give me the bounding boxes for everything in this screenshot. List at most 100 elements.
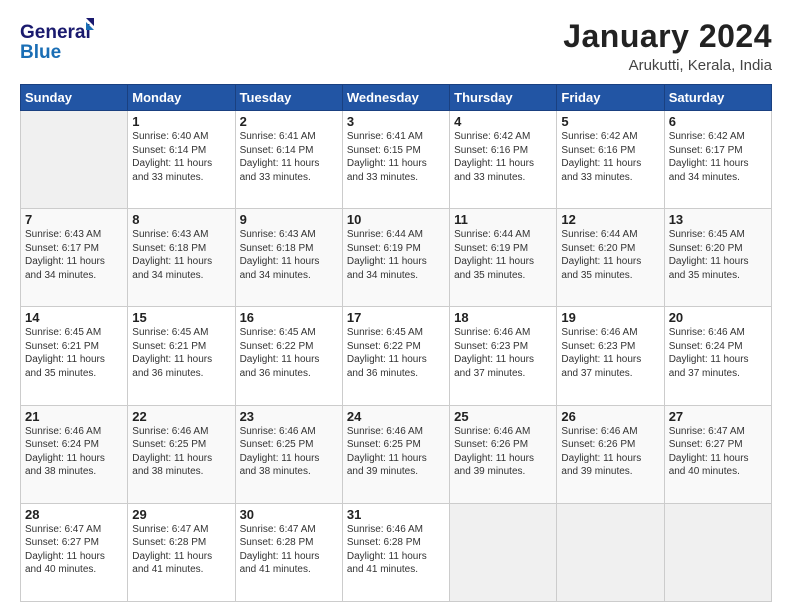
day-info: Sunrise: 6:45 AM Sunset: 6:22 PM Dayligh… xyxy=(347,326,445,380)
day-info: Sunrise: 6:46 AM Sunset: 6:28 PM Dayligh… xyxy=(347,523,445,577)
calendar-cell: 15Sunrise: 6:45 AM Sunset: 6:21 PM Dayli… xyxy=(128,307,235,405)
calendar-cell xyxy=(664,503,771,601)
day-number: 23 xyxy=(240,409,338,424)
day-number: 30 xyxy=(240,507,338,522)
day-number: 14 xyxy=(25,310,123,325)
day-number: 31 xyxy=(347,507,445,522)
calendar-cell xyxy=(21,111,128,209)
calendar-cell: 12Sunrise: 6:44 AM Sunset: 6:20 PM Dayli… xyxy=(557,209,664,307)
calendar-cell: 18Sunrise: 6:46 AM Sunset: 6:23 PM Dayli… xyxy=(450,307,557,405)
day-number: 17 xyxy=(347,310,445,325)
day-number: 27 xyxy=(669,409,767,424)
day-number: 3 xyxy=(347,114,445,129)
header: GeneralBlue January 2024 Arukutti, Keral… xyxy=(20,18,772,74)
day-number: 19 xyxy=(561,310,659,325)
col-header-thursday: Thursday xyxy=(450,85,557,111)
day-number: 16 xyxy=(240,310,338,325)
day-info: Sunrise: 6:46 AM Sunset: 6:24 PM Dayligh… xyxy=(669,326,767,380)
svg-text:Blue: Blue xyxy=(20,42,61,62)
calendar-cell: 19Sunrise: 6:46 AM Sunset: 6:23 PM Dayli… xyxy=(557,307,664,405)
day-info: Sunrise: 6:45 AM Sunset: 6:20 PM Dayligh… xyxy=(669,228,767,282)
day-number: 12 xyxy=(561,212,659,227)
calendar: SundayMondayTuesdayWednesdayThursdayFrid… xyxy=(20,84,772,602)
calendar-cell: 24Sunrise: 6:46 AM Sunset: 6:25 PM Dayli… xyxy=(342,405,449,503)
day-info: Sunrise: 6:47 AM Sunset: 6:27 PM Dayligh… xyxy=(669,425,767,479)
main-title: January 2024 xyxy=(563,18,772,55)
day-info: Sunrise: 6:42 AM Sunset: 6:16 PM Dayligh… xyxy=(561,130,659,184)
day-info: Sunrise: 6:47 AM Sunset: 6:28 PM Dayligh… xyxy=(240,523,338,577)
day-number: 4 xyxy=(454,114,552,129)
day-number: 26 xyxy=(561,409,659,424)
day-info: Sunrise: 6:45 AM Sunset: 6:21 PM Dayligh… xyxy=(132,326,230,380)
calendar-cell: 16Sunrise: 6:45 AM Sunset: 6:22 PM Dayli… xyxy=(235,307,342,405)
day-info: Sunrise: 6:47 AM Sunset: 6:27 PM Dayligh… xyxy=(25,523,123,577)
day-info: Sunrise: 6:42 AM Sunset: 6:17 PM Dayligh… xyxy=(669,130,767,184)
day-info: Sunrise: 6:47 AM Sunset: 6:28 PM Dayligh… xyxy=(132,523,230,577)
calendar-cell: 29Sunrise: 6:47 AM Sunset: 6:28 PM Dayli… xyxy=(128,503,235,601)
calendar-cell: 17Sunrise: 6:45 AM Sunset: 6:22 PM Dayli… xyxy=(342,307,449,405)
day-info: Sunrise: 6:42 AM Sunset: 6:16 PM Dayligh… xyxy=(454,130,552,184)
calendar-cell xyxy=(450,503,557,601)
day-number: 10 xyxy=(347,212,445,227)
day-number: 9 xyxy=(240,212,338,227)
day-info: Sunrise: 6:43 AM Sunset: 6:18 PM Dayligh… xyxy=(240,228,338,282)
day-number: 11 xyxy=(454,212,552,227)
calendar-cell: 10Sunrise: 6:44 AM Sunset: 6:19 PM Dayli… xyxy=(342,209,449,307)
week-row-1: 7Sunrise: 6:43 AM Sunset: 6:17 PM Daylig… xyxy=(21,209,772,307)
day-number: 13 xyxy=(669,212,767,227)
week-row-4: 28Sunrise: 6:47 AM Sunset: 6:27 PM Dayli… xyxy=(21,503,772,601)
title-block: January 2024 Arukutti, Kerala, India xyxy=(563,18,772,74)
col-header-saturday: Saturday xyxy=(664,85,771,111)
col-header-sunday: Sunday xyxy=(21,85,128,111)
day-info: Sunrise: 6:44 AM Sunset: 6:19 PM Dayligh… xyxy=(347,228,445,282)
day-number: 6 xyxy=(669,114,767,129)
calendar-cell: 14Sunrise: 6:45 AM Sunset: 6:21 PM Dayli… xyxy=(21,307,128,405)
day-number: 25 xyxy=(454,409,552,424)
calendar-cell: 11Sunrise: 6:44 AM Sunset: 6:19 PM Dayli… xyxy=(450,209,557,307)
svg-text:General: General xyxy=(20,22,91,43)
calendar-cell: 30Sunrise: 6:47 AM Sunset: 6:28 PM Dayli… xyxy=(235,503,342,601)
week-row-3: 21Sunrise: 6:46 AM Sunset: 6:24 PM Dayli… xyxy=(21,405,772,503)
calendar-cell: 23Sunrise: 6:46 AM Sunset: 6:25 PM Dayli… xyxy=(235,405,342,503)
calendar-cell: 1Sunrise: 6:40 AM Sunset: 6:14 PM Daylig… xyxy=(128,111,235,209)
day-number: 1 xyxy=(132,114,230,129)
week-row-2: 14 Sunrise: 6:45 AM Sunset: 6:21 PM Dayli… xyxy=(21,307,772,405)
calendar-cell: 13Sunrise: 6:45 AM Sunset: 6:20 PM Dayli… xyxy=(664,209,771,307)
col-header-friday: Friday xyxy=(557,85,664,111)
day-number: 2 xyxy=(240,114,338,129)
day-info: Sunrise: 6:46 AM Sunset: 6:23 PM Dayligh… xyxy=(454,326,552,380)
calendar-cell: 5Sunrise: 6:42 AM Sunset: 6:16 PM Daylig… xyxy=(557,111,664,209)
day-info: Sunrise: 6:44 AM Sunset: 6:20 PM Dayligh… xyxy=(561,228,659,282)
calendar-cell: 20Sunrise: 6:46 AM Sunset: 6:24 PM Dayli… xyxy=(664,307,771,405)
calendar-cell: 7Sunrise: 6:43 AM Sunset: 6:17 PM Daylig… xyxy=(21,209,128,307)
day-info: Sunrise: 6:43 AM Sunset: 6:17 PM Dayligh… xyxy=(25,228,123,282)
day-number: 22 xyxy=(132,409,230,424)
calendar-header-row: SundayMondayTuesdayWednesdayThursdayFrid… xyxy=(21,85,772,111)
calendar-cell: 8Sunrise: 6:43 AM Sunset: 6:18 PM Daylig… xyxy=(128,209,235,307)
day-info: Sunrise: 6:41 AM Sunset: 6:14 PM Dayligh… xyxy=(240,130,338,184)
subtitle: Arukutti, Kerala, India xyxy=(563,57,772,74)
day-number: 18 xyxy=(454,310,552,325)
day-info: Sunrise: 6:46 AM Sunset: 6:23 PM Dayligh… xyxy=(561,326,659,380)
logo: GeneralBlue xyxy=(20,18,100,62)
calendar-cell: 27Sunrise: 6:47 AM Sunset: 6:27 PM Dayli… xyxy=(664,405,771,503)
day-info: Sunrise: 6:41 AM Sunset: 6:15 PM Dayligh… xyxy=(347,130,445,184)
calendar-cell: 22Sunrise: 6:46 AM Sunset: 6:25 PM Dayli… xyxy=(128,405,235,503)
week-row-0: 1Sunrise: 6:40 AM Sunset: 6:14 PM Daylig… xyxy=(21,111,772,209)
day-number: 21 xyxy=(25,409,123,424)
calendar-cell: 3Sunrise: 6:41 AM Sunset: 6:15 PM Daylig… xyxy=(342,111,449,209)
day-number: 5 xyxy=(561,114,659,129)
calendar-cell: 26Sunrise: 6:46 AM Sunset: 6:26 PM Dayli… xyxy=(557,405,664,503)
calendar-cell: 21Sunrise: 6:46 AM Sunset: 6:24 PM Dayli… xyxy=(21,405,128,503)
day-info: Sunrise: 6:44 AM Sunset: 6:19 PM Dayligh… xyxy=(454,228,552,282)
col-header-wednesday: Wednesday xyxy=(342,85,449,111)
day-number: 7 xyxy=(25,212,123,227)
calendar-cell: 4Sunrise: 6:42 AM Sunset: 6:16 PM Daylig… xyxy=(450,111,557,209)
day-number: 24 xyxy=(347,409,445,424)
day-number: 29 xyxy=(132,507,230,522)
day-number: 8 xyxy=(132,212,230,227)
calendar-cell: 2Sunrise: 6:41 AM Sunset: 6:14 PM Daylig… xyxy=(235,111,342,209)
calendar-cell: 6Sunrise: 6:42 AM Sunset: 6:17 PM Daylig… xyxy=(664,111,771,209)
day-info: Sunrise: 6:43 AM Sunset: 6:18 PM Dayligh… xyxy=(132,228,230,282)
day-info: Sunrise: 6:46 AM Sunset: 6:25 PM Dayligh… xyxy=(240,425,338,479)
